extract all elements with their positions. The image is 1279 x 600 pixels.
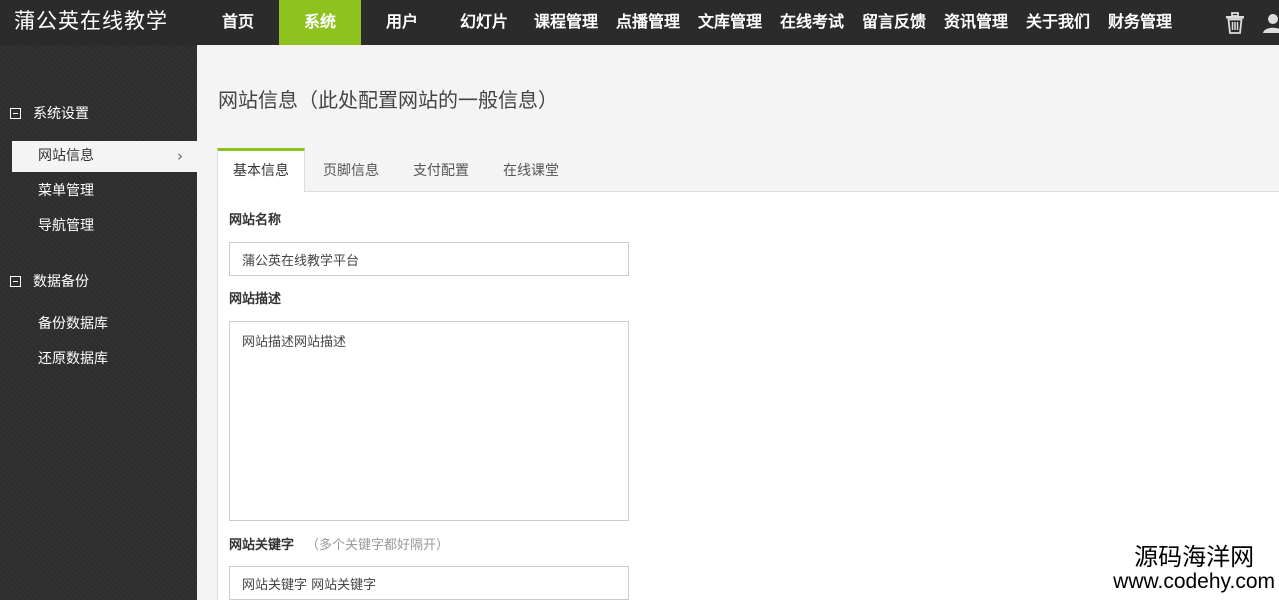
sidebar-item-label: 菜单管理 [38,183,94,199]
sidebar-item-restore-database[interactable]: 还原数据库 [12,344,197,375]
sidebar-group-label: 系统设置 [33,106,89,122]
tab-basic-info[interactable]: 基本信息 [217,148,305,192]
nav-item-system[interactable]: 系统 [279,0,361,45]
nav-item-slides[interactable]: 幻灯片 [443,0,525,45]
watermark-url: www.codehy.com [1113,570,1275,593]
sidebar: 系统设置 网站信息 › 菜单管理 导航管理 数据备份 备份数据库 还原数据库 [0,45,197,600]
page-title: 网站信息（此处配置网站的一般信息） [218,88,558,112]
site-name-label: 网站名称 [229,213,282,228]
nav-item-home[interactable]: 首页 [197,0,279,45]
collapse-icon [10,275,21,287]
nav-item-about[interactable]: 关于我们 [1017,0,1099,45]
nav-item-feedback[interactable]: 留言反馈 [853,0,935,45]
sidebar-group-data-backup[interactable]: 数据备份 [10,271,89,291]
brand-logo-text[interactable]: 蒲公英在线教学 [14,0,168,45]
sidebar-item-backup-database[interactable]: 备份数据库 [12,309,197,340]
nav-item-exams[interactable]: 在线考试 [771,0,853,45]
site-keywords-input[interactable] [229,566,629,600]
nav-item-users[interactable]: 用户 [361,0,443,45]
form-panel: 网站名称 网站描述 网站描述网站描述 网站关键字 （多个关键字都好隔开） [217,192,1279,600]
sidebar-item-label: 导航管理 [38,218,94,234]
sidebar-group-label: 数据备份 [33,274,89,290]
trash-icon[interactable] [1225,11,1245,34]
site-keywords-hint: （多个关键字都好隔开） [306,538,450,553]
nav-item-finance[interactable]: 财务管理 [1099,0,1181,45]
nav-item-news[interactable]: 资讯管理 [935,0,1017,45]
chevron-right-icon: › [177,147,183,165]
sidebar-item-site-info[interactable]: 网站信息 › [12,141,197,172]
tab-footer-info[interactable]: 页脚信息 [305,148,397,192]
sidebar-group-system-settings[interactable]: 系统设置 [10,103,89,123]
tab-payment-config[interactable]: 支付配置 [397,148,485,192]
collapse-icon [10,107,21,119]
nav-item-vod[interactable]: 点播管理 [607,0,689,45]
watermark-title: 源码海洋网 [1134,543,1255,571]
sidebar-item-label: 网站信息 [38,148,94,164]
tab-bar: 基本信息 页脚信息 支付配置 在线课堂 [217,148,1279,192]
tab-online-classroom[interactable]: 在线课堂 [485,148,577,192]
sidebar-item-label: 备份数据库 [38,316,108,332]
sidebar-item-label: 还原数据库 [38,351,108,367]
nav-item-library[interactable]: 文库管理 [689,0,771,45]
site-keywords-label: 网站关键字 （多个关键字都好隔开） [229,534,449,553]
site-description-textarea[interactable]: 网站描述网站描述 [229,321,629,521]
main-nav: 首页 系统 用户 幻灯片 课程管理 点播管理 文库管理 在线考试 留言反馈 资讯… [197,0,1181,45]
sidebar-item-menu-management[interactable]: 菜单管理 [12,176,197,207]
top-icons [1225,0,1279,45]
user-icon[interactable] [1261,12,1279,34]
site-description-label: 网站描述 [229,292,282,307]
sidebar-item-navigation-management[interactable]: 导航管理 [12,211,197,242]
watermark: 源码海洋网 www.codehy.com [1113,544,1275,594]
top-bar: 蒲公英在线教学 首页 系统 用户 幻灯片 课程管理 点播管理 文库管理 在线考试… [0,0,1279,45]
site-name-input[interactable] [229,242,629,276]
site-keywords-label-text: 网站关键字 [229,538,295,553]
nav-item-courses[interactable]: 课程管理 [525,0,607,45]
